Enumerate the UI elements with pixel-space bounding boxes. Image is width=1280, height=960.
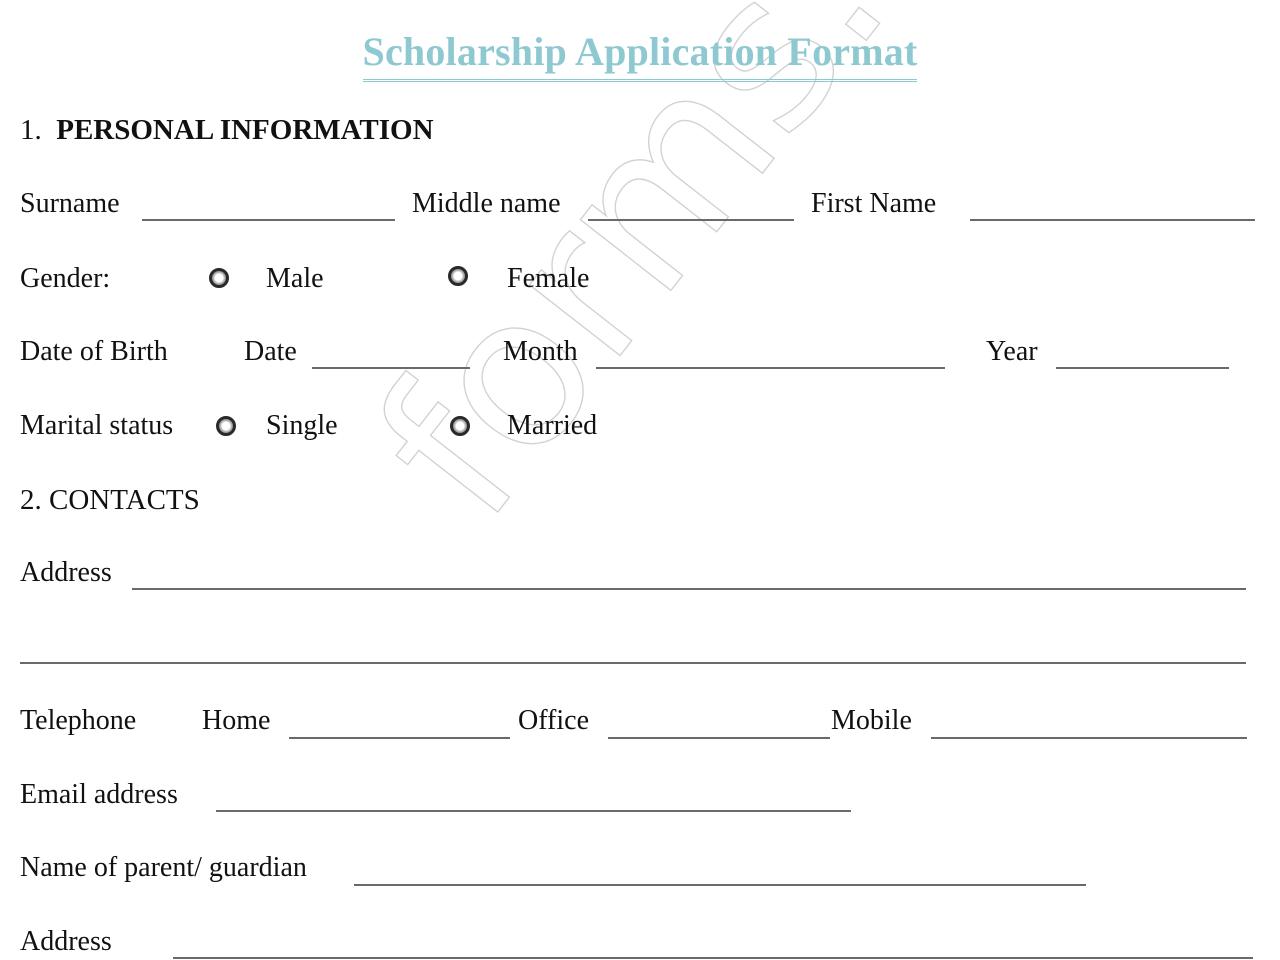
address-label: Address — [20, 557, 112, 588]
first-name-label: First Name — [811, 188, 937, 219]
telephone-mobile-label: Mobile — [831, 705, 912, 736]
gender-male-radio[interactable] — [209, 268, 229, 288]
dob-month-field[interactable] — [596, 367, 945, 369]
title-text: Scholarship Application Format — [362, 28, 918, 82]
document-title: Scholarship Application Format — [0, 28, 1280, 82]
guardian-address-label: Address — [20, 926, 112, 957]
dob-month-label: Month — [503, 336, 578, 367]
dob-year-label: Year — [986, 336, 1038, 367]
telephone-mobile-field[interactable] — [931, 737, 1247, 739]
telephone-label: Telephone — [20, 705, 137, 736]
first-name-field[interactable] — [970, 219, 1255, 221]
surname-label: Surname — [20, 188, 120, 219]
gender-female-radio[interactable] — [448, 266, 468, 286]
email-label: Email address — [20, 779, 178, 810]
dob-year-field[interactable] — [1056, 367, 1229, 369]
marital-status-label: Marital status — [20, 410, 174, 441]
gender-male-label: Male — [266, 263, 324, 294]
guardian-name-field[interactable] — [354, 884, 1086, 886]
telephone-home-label: Home — [202, 705, 271, 736]
dob-date-label: Date — [244, 336, 297, 367]
middle-name-label: Middle name — [412, 188, 561, 219]
telephone-office-label: Office — [518, 705, 589, 736]
section-number: 2. — [20, 484, 42, 516]
address-field-line-1[interactable] — [132, 588, 1246, 590]
dob-label: Date of Birth — [20, 336, 168, 367]
section-heading-personal: 1. PERSONAL INFORMATION — [20, 114, 434, 146]
email-field[interactable] — [216, 810, 851, 812]
gender-female-label: Female — [507, 263, 590, 294]
section-heading-contacts: 2. CONTACTS — [20, 484, 200, 516]
middle-name-field[interactable] — [588, 219, 794, 221]
guardian-name-label: Name of parent/ guardian — [20, 852, 307, 883]
marital-married-radio[interactable] — [450, 416, 470, 436]
surname-field[interactable] — [142, 219, 395, 221]
guardian-address-field[interactable] — [173, 957, 1253, 959]
marital-single-label: Single — [266, 410, 338, 441]
section-number: 1. — [20, 114, 42, 146]
telephone-office-field[interactable] — [608, 737, 830, 739]
address-field-line-2[interactable] — [20, 662, 1246, 664]
section-title: PERSONAL INFORMATION — [56, 114, 434, 146]
dob-date-field[interactable] — [312, 367, 470, 369]
marital-single-radio[interactable] — [216, 416, 236, 436]
section-title: CONTACTS — [49, 484, 200, 516]
marital-married-label: Married — [507, 410, 598, 441]
gender-label: Gender: — [20, 263, 111, 294]
telephone-home-field[interactable] — [289, 737, 510, 739]
